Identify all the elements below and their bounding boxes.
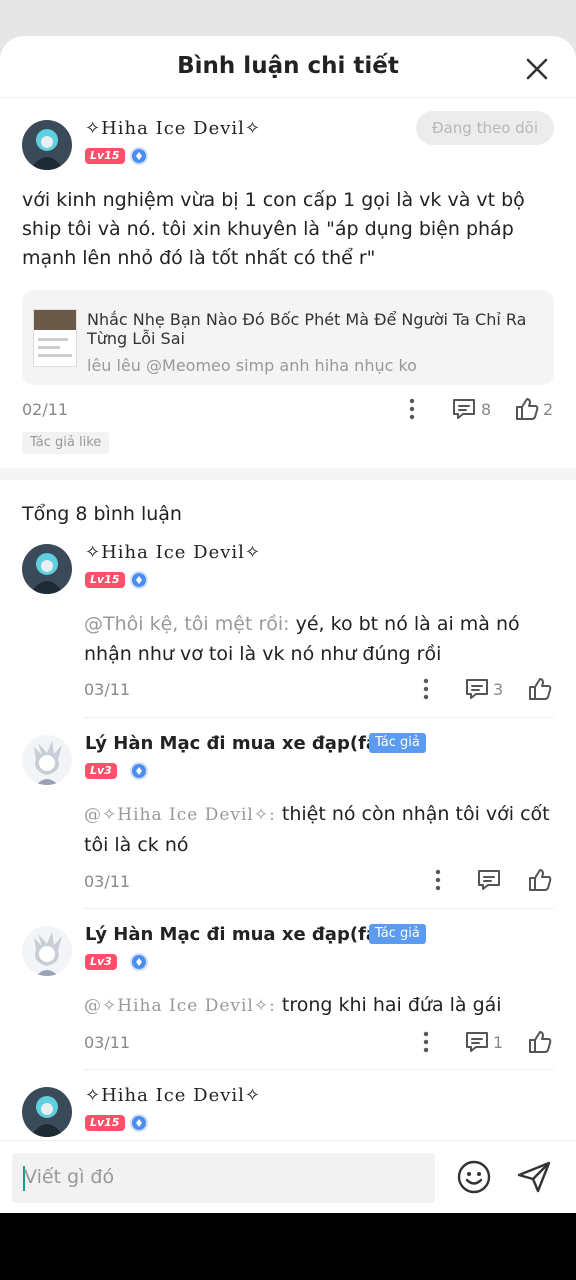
more-button[interactable]: [430, 869, 446, 895]
level-badge: Lv15: [85, 572, 125, 588]
medal-icon: [130, 147, 148, 165]
level-badge: Lv3: [85, 763, 117, 779]
comment-icon: [466, 679, 488, 699]
comment-author-name[interactable]: ✧Hiha Ice Devil✧: [85, 1085, 261, 1106]
more-vertical-icon: [423, 1031, 429, 1053]
comment-author-name[interactable]: Lý Hàn Mạc đi mua xe đạp(fa...: [85, 924, 399, 945]
like-button[interactable]: [514, 396, 540, 426]
comment-text: @✧Hiha Ice Devil✧: thiệt nó còn nhận tôi…: [84, 803, 550, 856]
medal-icon: [130, 1114, 148, 1132]
comment-text: @✧Hiha Ice Devil✧: trong khi hai đứa là …: [84, 994, 502, 1016]
post-author-name[interactable]: ✧Hiha Ice Devil✧: [85, 118, 261, 139]
like-button[interactable]: [527, 867, 553, 897]
more-vertical-icon: [409, 398, 415, 420]
comment-input-placeholder: Viết gì đó: [24, 1166, 115, 1188]
send-button[interactable]: [516, 1160, 552, 1198]
comments-total: Tổng 8 bình luận: [22, 503, 182, 525]
reply-button[interactable]: [476, 868, 502, 896]
avatar[interactable]: [22, 926, 72, 976]
reply-count: 1: [493, 1033, 504, 1052]
comment-composer: Viết gì đó: [0, 1140, 576, 1213]
close-icon: [526, 58, 548, 80]
emoji-button[interactable]: [457, 1160, 491, 1198]
comment-separator: [84, 1069, 554, 1070]
level-badge: Lv3: [85, 954, 117, 970]
avatar[interactable]: [22, 735, 72, 785]
comment-icon: [466, 1032, 488, 1052]
avatar[interactable]: [22, 1087, 72, 1137]
author-tag: Tác giả: [369, 733, 426, 753]
medal-icon: [130, 953, 148, 971]
author-tag: Tác giả: [369, 924, 426, 944]
more-button[interactable]: [418, 1031, 434, 1057]
medal-icon: [130, 762, 148, 780]
more-button[interactable]: [404, 398, 420, 424]
like-button[interactable]: [527, 676, 553, 706]
comment-button[interactable]: [451, 397, 477, 425]
comment-mention[interactable]: @Thôi kệ, tôi mệt rồi:: [84, 613, 290, 635]
comment-count: 8: [481, 400, 492, 419]
level-badge: Lv15: [85, 1115, 125, 1131]
comment-author-name[interactable]: ✧Hiha Ice Devil✧: [85, 542, 261, 563]
comment-icon: [453, 399, 475, 419]
more-vertical-icon: [423, 678, 429, 700]
linked-post-title: Nhắc Nhẹ Bạn Nào Đó Bốc Phét Mà Để Người…: [87, 310, 527, 348]
following-button[interactable]: Đang theo dõi: [416, 111, 554, 145]
level-badge: Lv15: [85, 148, 125, 164]
medal-icon: [130, 571, 148, 589]
comment-mention[interactable]: @✧Hiha Ice Devil✧:: [84, 805, 276, 825]
comment-input[interactable]: Viết gì đó: [12, 1153, 435, 1203]
section-divider: [0, 468, 576, 480]
linked-post-card[interactable]: Nhắc Nhẹ Bạn Nào Đó Bốc Phét Mà Để Người…: [22, 290, 554, 385]
emoji-icon: [457, 1160, 491, 1194]
comment-mention[interactable]: @✧Hiha Ice Devil✧:: [84, 996, 276, 1016]
reply-button[interactable]: [464, 677, 490, 705]
like-count: 2: [543, 400, 554, 419]
header-bar: Bình luận chi tiết: [0, 36, 576, 98]
post-text: với kinh nghiệm vừa bị 1 con cấp 1 gọi l…: [22, 189, 525, 269]
thumbs-up-icon: [529, 678, 552, 700]
reply-button[interactable]: [464, 1030, 490, 1058]
system-navigation-bar: [0, 1213, 576, 1280]
avatar[interactable]: [22, 544, 72, 594]
comment-separator: [84, 717, 554, 718]
post-date: 02/11: [22, 400, 69, 419]
comment-date: 03/11: [84, 680, 131, 699]
linked-post-thumbnail: [33, 309, 77, 367]
thumbs-up-icon: [516, 398, 539, 420]
avatar[interactable]: [22, 120, 72, 170]
reply-count: 3: [493, 680, 504, 699]
close-button[interactable]: [522, 54, 552, 84]
page-title: Bình luận chi tiết: [177, 53, 399, 79]
comment-author-name[interactable]: Lý Hàn Mạc đi mua xe đạp(fa...: [85, 733, 399, 754]
author-like-tag: Tác giả like: [22, 432, 110, 454]
like-button[interactable]: [527, 1029, 553, 1059]
more-button[interactable]: [418, 678, 434, 704]
comment-date: 03/11: [84, 872, 131, 891]
comment-detail-sheet: Bình luận chi tiết ✧Hiha Ice Devil✧ Lv15…: [0, 36, 576, 1213]
thumbs-up-icon: [529, 869, 552, 891]
comment-icon: [478, 870, 500, 890]
more-vertical-icon: [435, 869, 441, 891]
linked-post-subtitle: lêu lêu @Meomeo simp anh hiha nhục ko: [87, 356, 417, 375]
comment-date: 03/11: [84, 1033, 131, 1052]
send-icon: [517, 1161, 551, 1193]
comment-separator: [84, 908, 554, 909]
comment-text: @Thôi kệ, tôi mệt rồi: yé, ko bt nó là a…: [84, 613, 520, 665]
thumbs-up-icon: [529, 1031, 552, 1053]
